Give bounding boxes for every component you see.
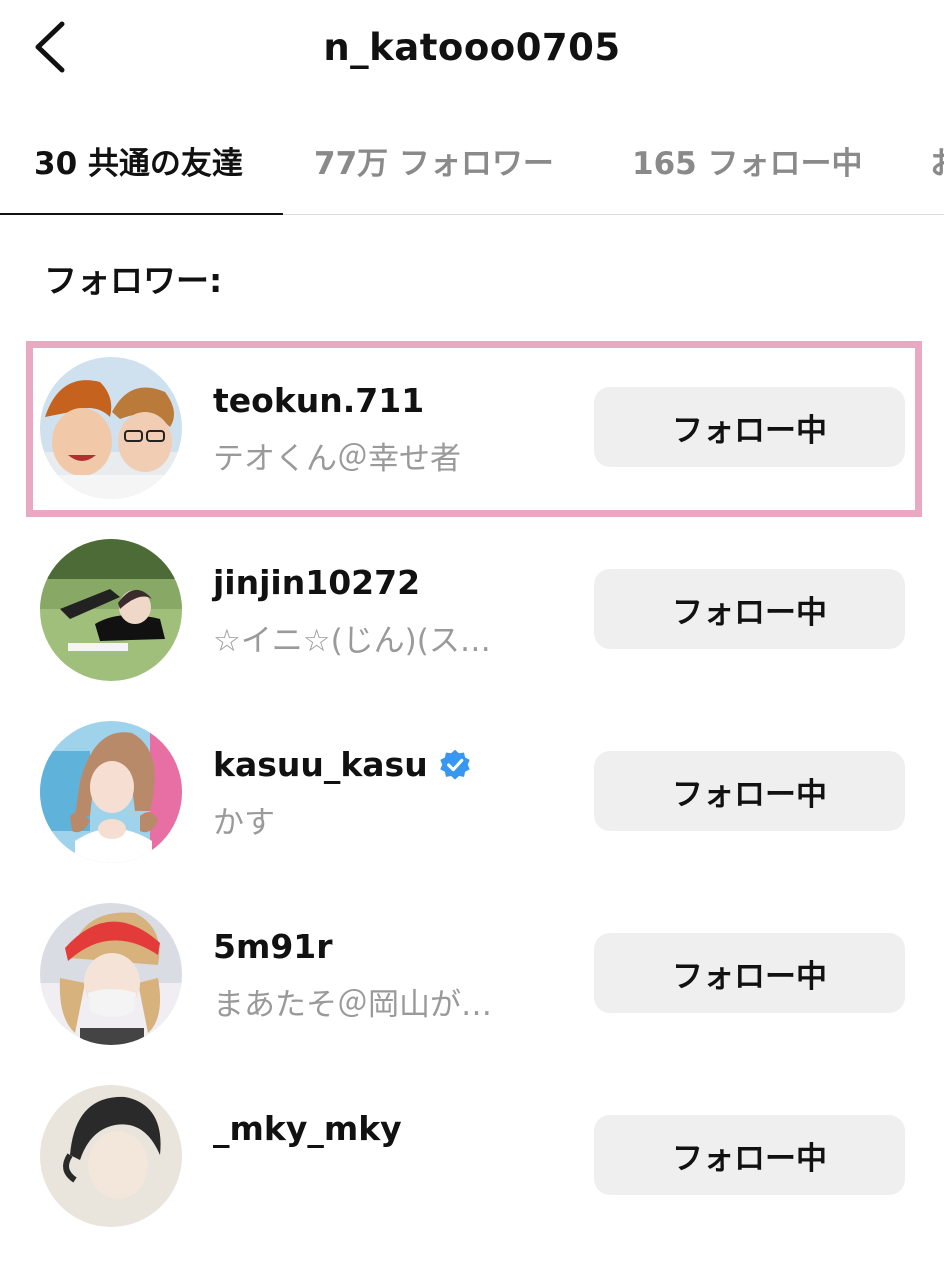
display-name: まあたそ＠岡山が… xyxy=(213,987,492,1023)
tab-more[interactable]: お xyxy=(930,138,944,183)
list-item[interactable]: 5m91r まあたそ＠岡山が… フォロー中 xyxy=(0,903,944,1083)
top-bar: n_katooo0705 xyxy=(0,0,944,100)
tab-following[interactable]: 165 フォロー中 xyxy=(632,138,863,183)
list-item[interactable]: jinjin10272 ☆イニ☆(じん)(ス… フォロー中 xyxy=(0,539,944,719)
display-name: かす xyxy=(213,805,275,841)
avatar[interactable] xyxy=(40,903,182,1045)
following-button[interactable]: フォロー中 xyxy=(594,1115,905,1195)
display-name: ☆イニ☆(じん)(ス… xyxy=(213,623,491,659)
following-button[interactable]: フォロー中 xyxy=(594,751,905,831)
tab-mutual-friends[interactable]: 30 共通の友達 xyxy=(34,138,243,183)
following-button[interactable]: フォロー中 xyxy=(594,569,905,649)
avatar[interactable] xyxy=(40,539,182,681)
avatar[interactable] xyxy=(40,1085,182,1227)
tab-followers[interactable]: 77万 フォロワー xyxy=(314,138,554,183)
list-item[interactable]: _mky_mky フォロー中 xyxy=(0,1085,944,1265)
list-item[interactable]: kasuu_kasu かす フォロー中 xyxy=(0,721,944,901)
active-tab-indicator xyxy=(0,213,283,215)
avatar[interactable] xyxy=(40,721,182,863)
username[interactable]: _mky_mky xyxy=(213,1109,402,1148)
section-label: フォロワー: xyxy=(44,261,223,300)
following-button[interactable]: フォロー中 xyxy=(594,933,905,1013)
username[interactable]: jinjin10272 xyxy=(213,563,420,602)
page-title: n_katooo0705 xyxy=(323,26,621,69)
highlight-frame xyxy=(26,341,922,517)
verified-badge-icon xyxy=(439,749,470,780)
username[interactable]: 5m91r xyxy=(213,927,333,966)
tab-bar: 30 共通の友達 77万 フォロワー 165 フォロー中 お xyxy=(0,118,944,215)
username[interactable]: kasuu_kasu xyxy=(213,745,428,784)
